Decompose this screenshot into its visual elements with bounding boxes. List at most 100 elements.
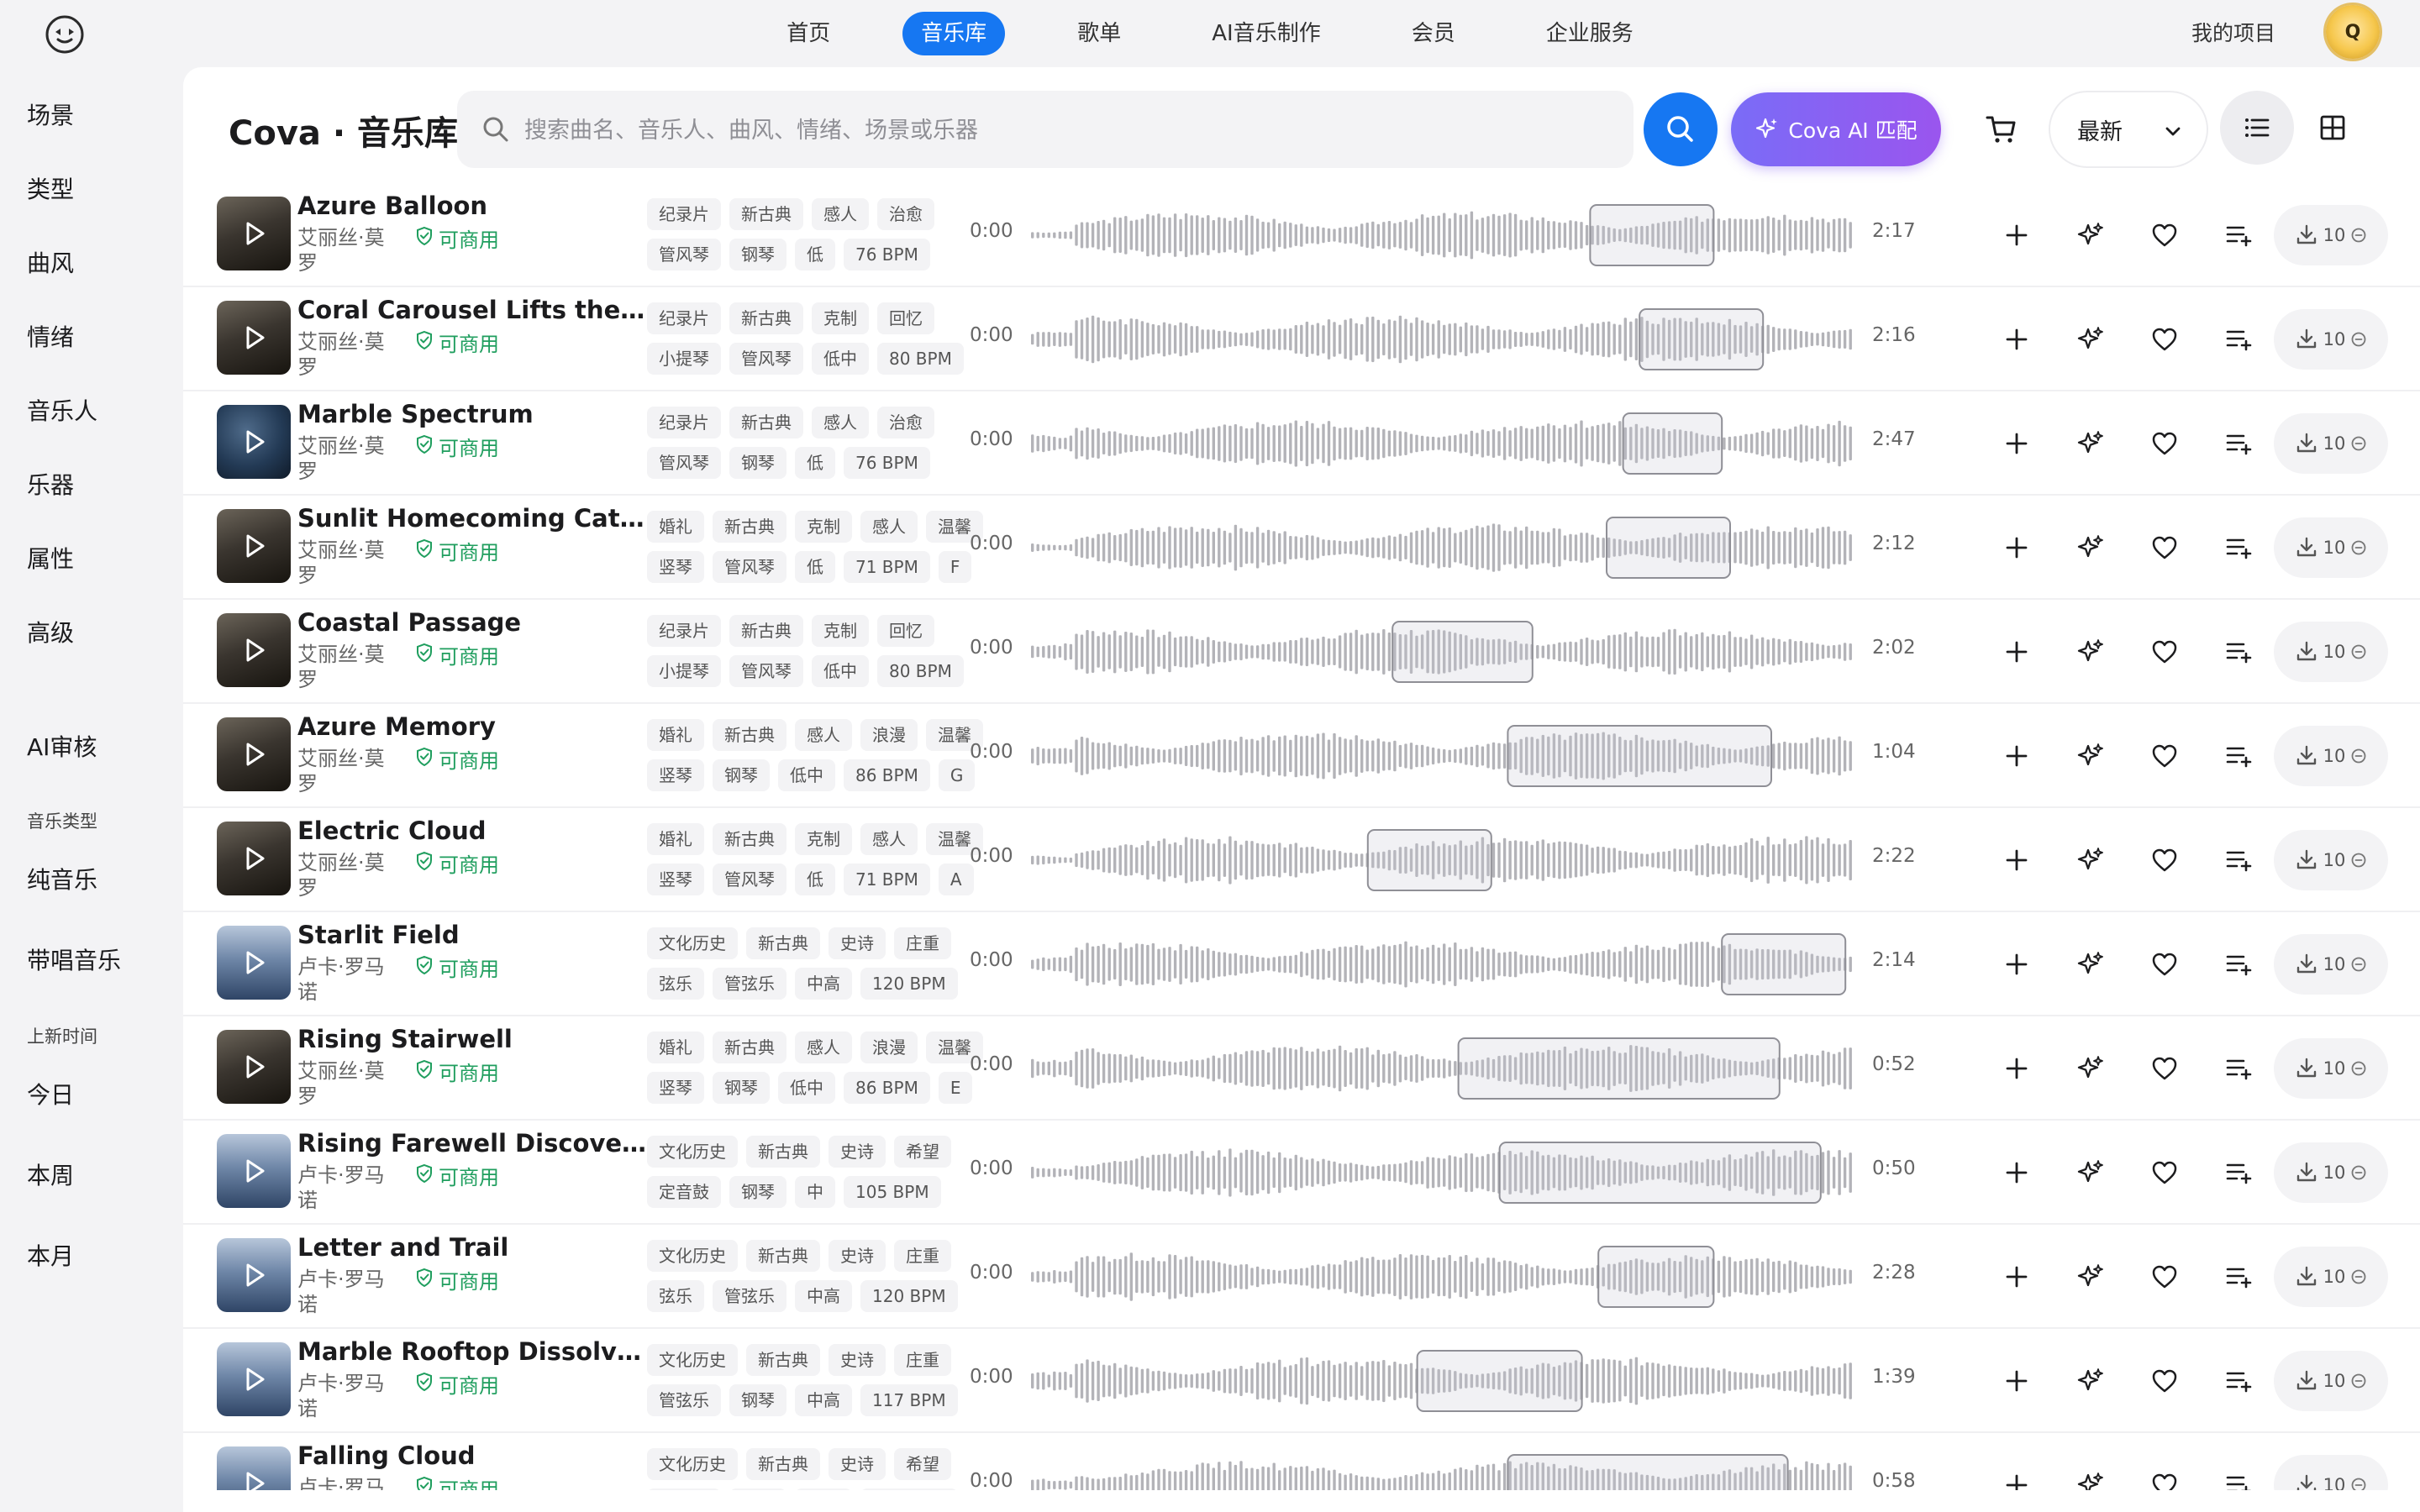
- play-icon[interactable]: [217, 613, 291, 687]
- ai-similar-button[interactable]: [2070, 1257, 2111, 1297]
- tag[interactable]: 管风琴: [713, 864, 786, 895]
- waveform[interactable]: [1030, 1245, 1854, 1309]
- add-to-project-button[interactable]: [1996, 528, 2037, 568]
- add-to-queue-button[interactable]: [2218, 215, 2259, 255]
- favorite-button[interactable]: [2144, 423, 2185, 464]
- tag[interactable]: 浪漫: [860, 1032, 918, 1063]
- favorite-button[interactable]: [2144, 319, 2185, 360]
- table-row[interactable]: Starlit Field 卢卡·罗马诺 可商用 文化历史 新古典 史诗 庄重 弦乐 管弦乐 中高…: [183, 912, 2420, 1016]
- tag[interactable]: 中高: [795, 1280, 852, 1312]
- tag[interactable]: 管弦乐: [713, 1280, 786, 1312]
- track-cover[interactable]: [217, 1238, 291, 1312]
- add-to-queue-button[interactable]: [2218, 944, 2259, 984]
- download-button[interactable]: 10: [2274, 622, 2388, 682]
- tag[interactable]: G: [938, 759, 976, 791]
- sidebar-new-time-2[interactable]: 本月: [27, 1238, 74, 1272]
- table-row[interactable]: Falling Cloud 卢卡·罗马诺 可商用 文化历史新古典史诗希望管弦乐 钢琴 中高…: [183, 1433, 2420, 1490]
- ai-similar-button[interactable]: [2070, 1361, 2111, 1401]
- nav-link-2[interactable]: 歌单: [1059, 12, 1139, 55]
- tag[interactable]: 感人: [795, 719, 852, 751]
- play-icon[interactable]: [217, 1238, 291, 1312]
- tag[interactable]: 新古典: [713, 511, 786, 543]
- add-to-queue-button[interactable]: [2218, 319, 2259, 360]
- tag[interactable]: 低: [795, 239, 835, 270]
- tag[interactable]: 纪录片: [647, 302, 721, 334]
- track-artist[interactable]: 卢卡·罗马诺: [297, 1371, 390, 1421]
- add-to-queue-button[interactable]: [2218, 1465, 2259, 1490]
- tag[interactable]: 新古典: [746, 1448, 820, 1480]
- tag[interactable]: 低中: [812, 343, 869, 375]
- tag[interactable]: 文化历史: [647, 1136, 738, 1168]
- tag[interactable]: 希望: [894, 1448, 951, 1480]
- play-icon[interactable]: [217, 405, 291, 479]
- ai-similar-button[interactable]: [2070, 1152, 2111, 1193]
- nav-link-4[interactable]: 会员: [1393, 12, 1474, 55]
- search-box[interactable]: [457, 91, 1634, 170]
- waveform[interactable]: [1030, 828, 1854, 892]
- tag[interactable]: 婚礼: [647, 719, 704, 751]
- tag[interactable]: 中: [795, 1176, 835, 1208]
- nav-link-0[interactable]: 首页: [768, 12, 849, 55]
- add-to-project-button[interactable]: [1996, 1361, 2037, 1401]
- add-to-queue-button[interactable]: [2218, 528, 2259, 568]
- waveform[interactable]: [1030, 620, 1854, 684]
- play-icon[interactable]: [217, 926, 291, 1000]
- add-to-project-button[interactable]: [1996, 319, 2037, 360]
- download-button[interactable]: 10: [2274, 413, 2388, 474]
- ai-similar-button[interactable]: [2070, 632, 2111, 672]
- play-icon[interactable]: [217, 509, 291, 583]
- tag[interactable]: 低: [795, 551, 835, 583]
- track-title[interactable]: Starlit Field: [297, 921, 650, 949]
- tag[interactable]: 76 BPM: [844, 447, 930, 479]
- waveform[interactable]: [1030, 203, 1854, 267]
- tag[interactable]: 定音鼓: [647, 1176, 721, 1208]
- sidebar-music-type-0[interactable]: 纯音乐: [27, 862, 97, 895]
- tag[interactable]: 中高: [795, 968, 852, 1000]
- tag[interactable]: 76 BPM: [844, 239, 930, 270]
- favorite-button[interactable]: [2144, 1465, 2185, 1490]
- tag[interactable]: 低中: [778, 1072, 835, 1104]
- ai-similar-button[interactable]: [2070, 1465, 2111, 1490]
- tag[interactable]: 文化历史: [647, 927, 738, 959]
- avatar[interactable]: Q: [2326, 5, 2380, 59]
- tag[interactable]: 管风琴: [647, 239, 721, 270]
- play-icon[interactable]: [217, 1446, 291, 1490]
- add-to-queue-button[interactable]: [2218, 423, 2259, 464]
- tag[interactable]: 新古典: [729, 198, 803, 230]
- download-button[interactable]: 10: [2274, 1247, 2388, 1307]
- track-artist[interactable]: 艾丽丝·莫罗: [297, 746, 390, 796]
- tag[interactable]: 希望: [894, 1136, 951, 1168]
- tag[interactable]: 钢琴: [713, 759, 770, 791]
- download-button[interactable]: 10: [2274, 309, 2388, 370]
- table-row[interactable]: Coral Carousel Lifts the Har... 艾丽丝·莫罗 可商用…: [183, 287, 2420, 391]
- tag[interactable]: 120 BPM: [860, 968, 958, 1000]
- track-title[interactable]: Rising Stairwell: [297, 1025, 650, 1053]
- waveform[interactable]: [1030, 1349, 1854, 1413]
- sidebar-filter-6[interactable]: 属性: [27, 541, 74, 575]
- table-row[interactable]: Coastal Passage 艾丽丝·莫罗 可商用 纪录片 新古典 克制 回忆 小提琴 管风琴…: [183, 600, 2420, 704]
- add-to-project-button[interactable]: [1996, 840, 2037, 880]
- nav-link-1[interactable]: 音乐库: [902, 12, 1006, 55]
- play-icon[interactable]: [217, 1134, 291, 1208]
- tag[interactable]: 新古典: [746, 1240, 820, 1272]
- waveform[interactable]: [1030, 1453, 1854, 1490]
- tag[interactable]: 低中: [812, 655, 869, 687]
- tag[interactable]: 克制: [795, 511, 852, 543]
- add-to-project-button[interactable]: [1996, 215, 2037, 255]
- tag[interactable]: 86 BPM: [844, 759, 930, 791]
- ai-similar-button[interactable]: [2070, 423, 2111, 464]
- add-to-project-button[interactable]: [1996, 632, 2037, 672]
- track-title[interactable]: Marble Spectrum: [297, 400, 650, 428]
- tag[interactable]: 管弦乐: [647, 1384, 721, 1416]
- track-artist[interactable]: 艾丽丝·莫罗: [297, 329, 390, 380]
- track-cover[interactable]: [217, 509, 291, 583]
- add-to-project-button[interactable]: [1996, 944, 2037, 984]
- tag[interactable]: 小提琴: [647, 343, 721, 375]
- track-cover[interactable]: [217, 1342, 291, 1416]
- tag[interactable]: 竖琴: [647, 864, 704, 895]
- tag[interactable]: 感人: [812, 407, 869, 438]
- add-to-project-button[interactable]: [1996, 1152, 2037, 1193]
- sidebar-filter-7[interactable]: 高级: [27, 615, 74, 648]
- track-title[interactable]: Azure Memory: [297, 712, 650, 741]
- list-view-button[interactable]: [2220, 91, 2294, 165]
